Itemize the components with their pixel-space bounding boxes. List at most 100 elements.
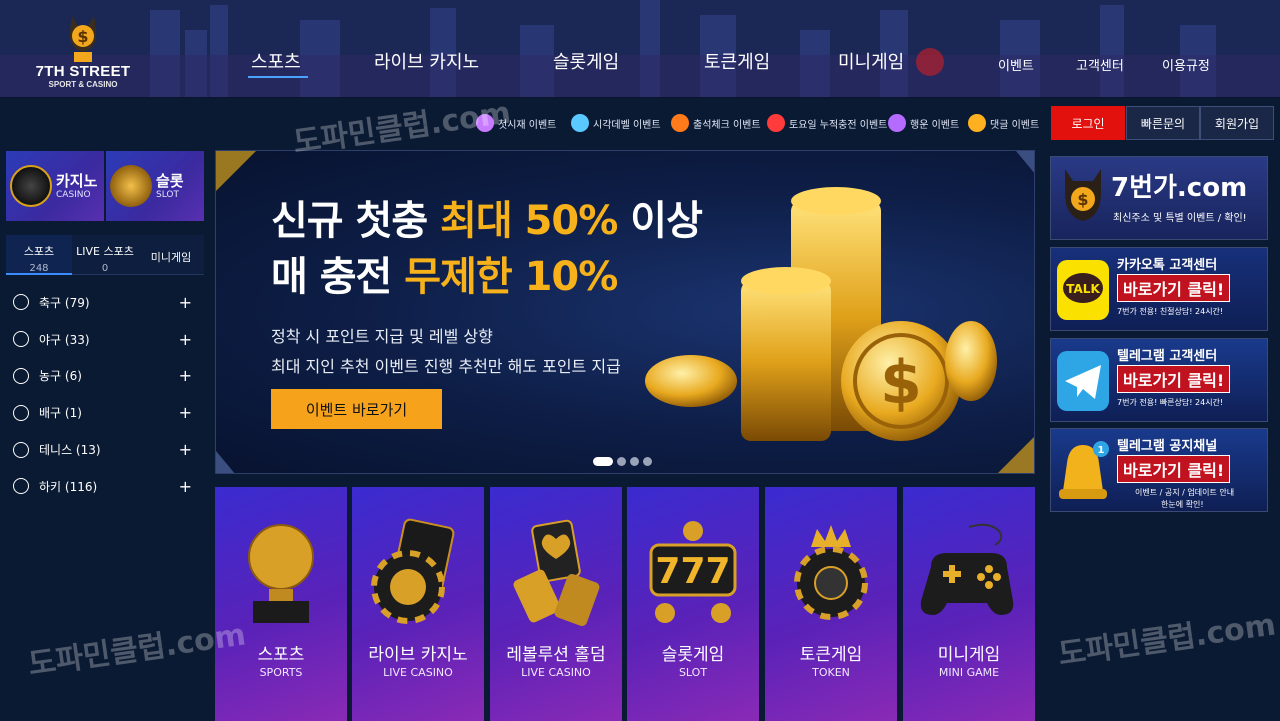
tile-label: 토큰게임 xyxy=(799,645,863,665)
slide-dot[interactable] xyxy=(617,457,626,466)
sidebar-casino-button[interactable]: 카지노 CASINO xyxy=(6,151,104,221)
slide-dot[interactable] xyxy=(630,457,639,466)
sidebar-slot-button[interactable]: 슬롯 SLOT xyxy=(106,151,204,221)
slot-label: 슬롯 xyxy=(156,171,184,190)
sidebar-item-soccer[interactable]: 축구 (79) + xyxy=(6,284,204,321)
nav-token-game[interactable]: 토큰게임 xyxy=(704,48,770,74)
gift-icon xyxy=(767,114,785,132)
crown-chip-icon xyxy=(794,525,868,620)
telegram-cta: 바로가기 클릭! xyxy=(1117,365,1231,393)
dice-icon xyxy=(10,165,52,207)
notice-subtitle-2: 한눈에 확인! xyxy=(1161,500,1204,509)
basketball-icon xyxy=(13,367,29,384)
expand-plus-icon[interactable]: + xyxy=(179,293,192,312)
kakao-talk-icon: TALK xyxy=(1057,260,1109,320)
telegram-support-banner[interactable]: 텔레그램 고객센터 바로가기 클릭! 7번가 전용! 빠른상담! 24시간! xyxy=(1050,338,1268,422)
sport-label: 테니스 (13) xyxy=(39,443,101,458)
tile-mini-game[interactable]: 미니게임 MINI GAME xyxy=(903,487,1035,721)
expand-plus-icon[interactable]: + xyxy=(179,440,192,459)
sidebar-item-basketball[interactable]: 농구 (6) + xyxy=(6,358,204,395)
headline-highlight: 최대 50% xyxy=(440,198,618,244)
kakao-subtitle: 7번가 전용! 친절상담! 24시간! xyxy=(1117,307,1224,316)
casino-chip-icon xyxy=(371,518,455,624)
brand-subtitle: SPORT & CASINO xyxy=(48,80,118,89)
banner-event-button[interactable]: 이벤트 바로가기 xyxy=(271,389,442,429)
slide-dot[interactable] xyxy=(593,457,613,466)
event-link-saturday[interactable]: 토요일 누적충전 이벤트 xyxy=(767,110,887,136)
baseball-icon xyxy=(13,331,29,348)
nav-slot-game[interactable]: 슬롯게임 xyxy=(553,48,619,74)
expand-plus-icon[interactable]: + xyxy=(179,366,192,385)
sidebar-item-hockey[interactable]: 하키 (116) + xyxy=(6,468,204,505)
nav-live-casino[interactable]: 라이브 카지노 xyxy=(374,48,479,74)
nav-mini-game[interactable]: 미니게임 xyxy=(838,48,904,74)
expand-plus-icon[interactable]: + xyxy=(179,403,192,422)
tile-sports[interactable]: 스포츠 SPORTS xyxy=(215,487,347,721)
event-link-first-deposit[interactable]: 첫시재 이벤트 xyxy=(476,110,556,136)
nav-customer-center[interactable]: 고객센터 xyxy=(1076,55,1124,74)
headline-highlight: 무제한 10% xyxy=(404,254,618,300)
tab-mini-game[interactable]: 미니게임 xyxy=(138,235,204,275)
tile-sublabel: MINI GAME xyxy=(938,666,1000,679)
gold-coins-illustration: $ xyxy=(645,187,997,441)
tile-slot-game[interactable]: 777 슬롯게임 SLOT xyxy=(627,487,759,721)
expand-plus-icon[interactable]: + xyxy=(179,477,192,496)
slide-dot[interactable] xyxy=(643,457,652,466)
sport-label: 야구 (33) xyxy=(39,332,90,347)
svg-text:$: $ xyxy=(1077,190,1088,209)
headline-part: 매 충전 xyxy=(271,254,405,300)
sidebar-item-baseball[interactable]: 야구 (33) + xyxy=(6,321,204,358)
tab-live-sports[interactable]: LIVE 스포츠 0 xyxy=(72,235,138,275)
sport-label: 배구 (1) xyxy=(39,406,82,421)
signup-button[interactable]: 회원가입 xyxy=(1200,106,1274,140)
slot-sublabel: SLOT xyxy=(156,189,179,200)
site-address-banner[interactable]: $ 7번가.com 최신주소 및 특별 이벤트 / 확인! xyxy=(1050,156,1268,240)
sidebar-item-volleyball[interactable]: 배구 (1) + xyxy=(6,394,204,431)
game-category-tiles: 스포츠 SPORTS 라이브 카지노 LIVE CASINO 레볼루션 홀덤 L… xyxy=(215,487,1037,721)
telegram-notice-banner[interactable]: 1 텔레그램 공지채널 바로가기 클릭! 이벤트 / 공지 / 업데이트 안내 … xyxy=(1050,428,1268,512)
site-logo[interactable]: $ 7TH STREET SPORT & CASINO xyxy=(28,8,138,94)
banner-desc-2: 최대 지인 추천 이벤트 진행 추천만 해도 포인트 지급 xyxy=(271,357,621,376)
sidebar-item-tennis[interactable]: 테니스 (13) + xyxy=(6,431,204,468)
event-label: 첫시재 이벤트 xyxy=(498,119,557,131)
watermark-text: 도파민클럽.com xyxy=(1056,607,1278,673)
event-link-comment[interactable]: 댓글 이벤트 xyxy=(968,110,1039,136)
kakao-cta: 바로가기 클릭! xyxy=(1117,274,1231,302)
kakao-support-banner[interactable]: TALK 카카오톡 고객센터 바로가기 클릭! 7번가 전용! 친절상담! 24… xyxy=(1050,247,1268,331)
top-header: $ 7TH STREET SPORT & CASINO 스포츠 라이브 카지노 … xyxy=(0,0,1280,98)
sport-label: 농구 (6) xyxy=(39,369,82,384)
nav-event[interactable]: 이벤트 xyxy=(998,55,1034,74)
sport-label: 하키 (116) xyxy=(39,479,98,494)
tab-label: LIVE 스포츠 xyxy=(76,245,134,258)
notice-subtitle: 이벤트 / 공지 / 업데이트 안내 xyxy=(1135,488,1235,497)
rocket-icon xyxy=(476,114,494,132)
nav-terms[interactable]: 이용규정 xyxy=(1162,55,1210,74)
volleyball-icon xyxy=(13,404,29,421)
brand-name: 7TH STREET xyxy=(35,63,131,80)
tile-live-casino[interactable]: 라이브 카지노 LIVE CASINO xyxy=(352,487,484,721)
expand-plus-icon[interactable]: + xyxy=(179,330,192,349)
event-label: 출석체크 이벤트 xyxy=(693,119,761,131)
city-skyline-background xyxy=(0,0,1280,97)
slot-777-icon xyxy=(110,165,152,207)
notice-title: 텔레그램 공지채널 xyxy=(1117,439,1218,454)
tab-sports[interactable]: 스포츠 248 xyxy=(6,235,72,275)
tile-token-game[interactable]: 토큰게임 TOKEN xyxy=(765,487,897,721)
site-title: 7번가.com xyxy=(1111,173,1248,203)
tile-label: 미니게임 xyxy=(937,645,1001,665)
event-link-attendance[interactable]: 출석체크 이벤트 xyxy=(671,110,761,136)
login-button[interactable]: 로그인 xyxy=(1051,106,1125,140)
svg-text:TALK: TALK xyxy=(1066,282,1100,296)
svg-text:$: $ xyxy=(77,27,88,46)
event-link-time[interactable]: 시각데벨 이벤트 xyxy=(571,110,661,136)
tile-label: 레볼루션 홀덤 xyxy=(506,645,606,665)
soccer-ball-icon xyxy=(13,294,29,311)
nav-sports[interactable]: 스포츠 xyxy=(251,48,301,74)
event-link-luck[interactable]: 행운 이벤트 xyxy=(888,110,959,136)
slot-777-icon: 777 xyxy=(649,521,737,623)
tab-label: 스포츠 xyxy=(23,245,55,258)
tile-revolution-holdem[interactable]: 레볼루션 홀덤 LIVE CASINO xyxy=(490,487,622,721)
quick-inquiry-button[interactable]: 빠른문의 xyxy=(1126,106,1200,140)
calendar-icon xyxy=(671,114,689,132)
hero-banner[interactable]: 신규 첫충 최대 50% 이상 매 충전 무제한 10% 정착 시 포인트 지급… xyxy=(215,150,1035,474)
